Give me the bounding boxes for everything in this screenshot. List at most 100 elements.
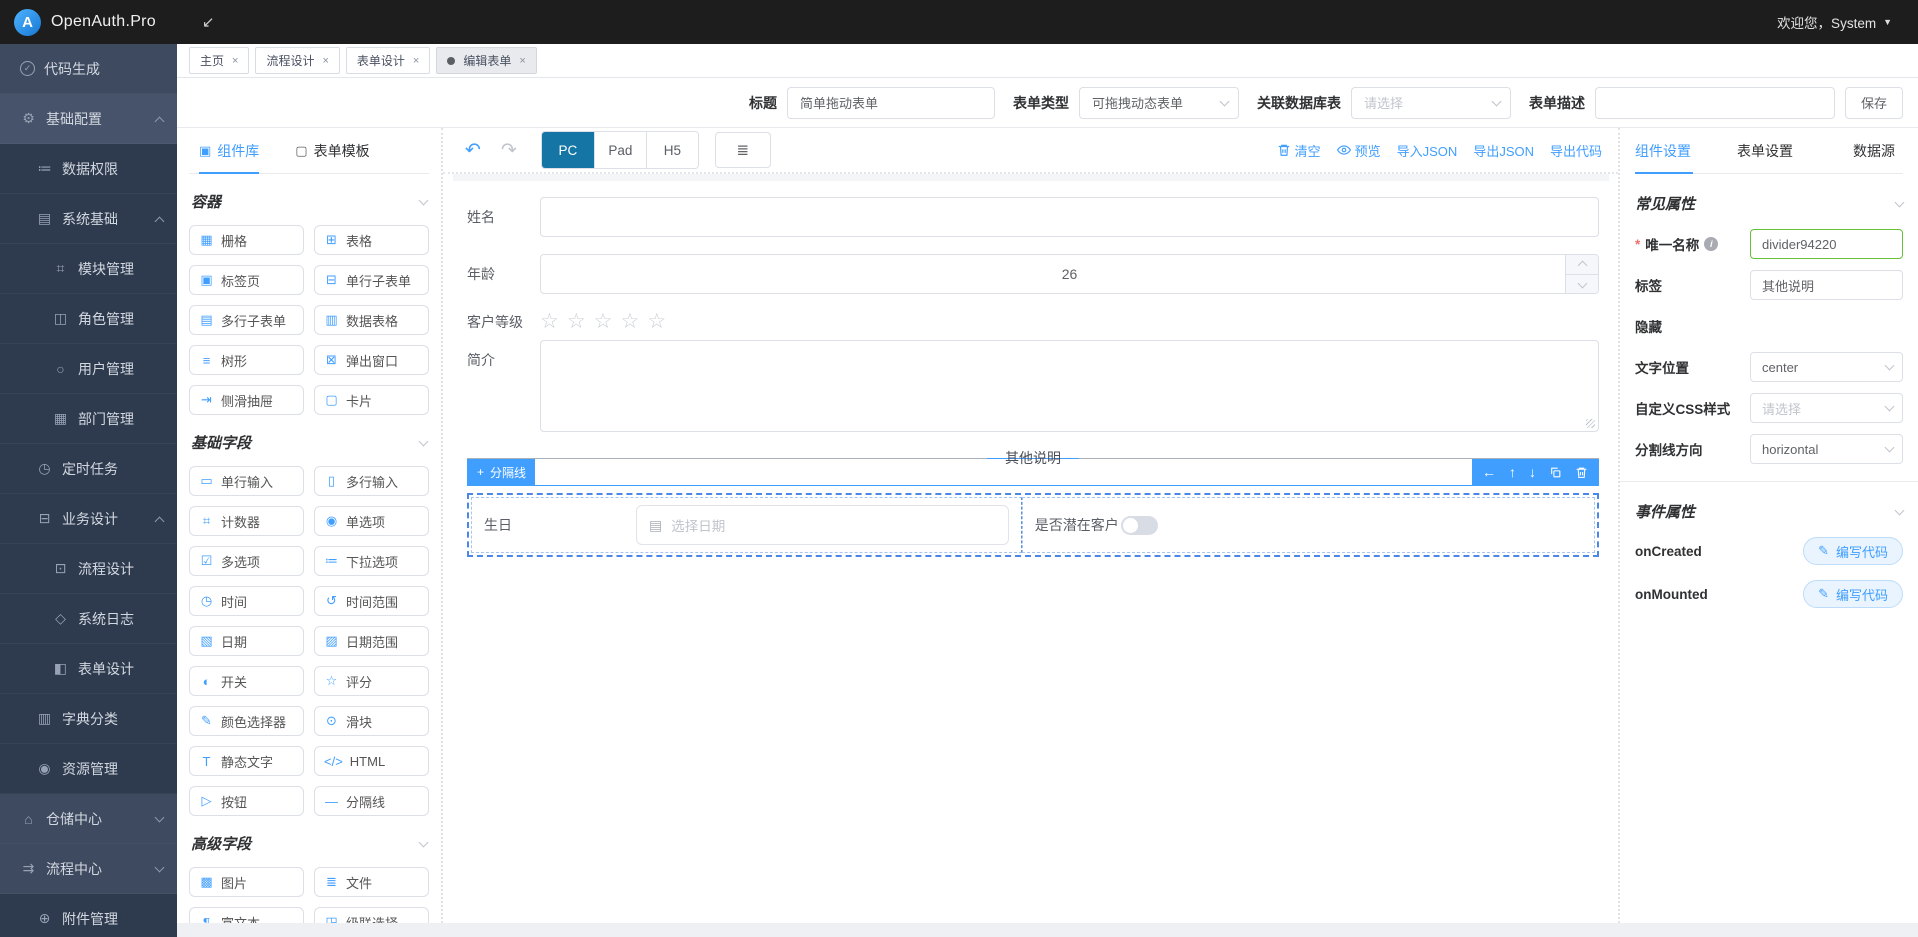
grid-column-birthday[interactable]: 生日 ▤ 选择日期 xyxy=(471,497,1022,553)
tab-form-templates[interactable]: ▢ 表单模板 xyxy=(295,128,369,173)
custom-css-select[interactable]: 请选择 xyxy=(1750,393,1903,423)
widget-cascader[interactable]: ◳级联选择 xyxy=(314,907,429,923)
grid-row-selected[interactable]: 生日 ▤ 选择日期 是否潜在客户 xyxy=(467,493,1599,557)
sidebar-item-data-permission[interactable]: ≔ 数据权限 xyxy=(0,144,177,194)
widget-slider[interactable]: ⊙滑块 xyxy=(314,706,429,736)
widget-popup[interactable]: ⊠弹出窗口 xyxy=(314,345,429,375)
sidebar-item-dept-mgmt[interactable]: ▦ 部门管理 xyxy=(0,394,177,444)
section-advanced-fields[interactable]: 高级字段 xyxy=(191,833,427,854)
onmounted-edit-code-button[interactable]: ✎ 编写代码 xyxy=(1803,580,1903,608)
widget-checkbox[interactable]: ☑多选项 xyxy=(189,546,304,576)
widget-tree[interactable]: ≡树形 xyxy=(189,345,304,375)
sidebar-item-module-mgmt[interactable]: ⌗ 模块管理 xyxy=(0,244,177,294)
widget-button[interactable]: ▷按钮 xyxy=(189,786,304,816)
widget-text-input[interactable]: ▭单行输入 xyxy=(189,466,304,496)
undo-button[interactable]: ↶ xyxy=(465,139,481,162)
delete-icon[interactable] xyxy=(1575,466,1588,479)
form-type-select[interactable]: 可拖拽动态表单 xyxy=(1079,87,1239,119)
divider-drag-handle[interactable]: + 分隔线 xyxy=(468,459,535,485)
widget-file[interactable]: ≣文件 xyxy=(314,867,429,897)
decrease-button[interactable] xyxy=(1566,275,1598,294)
divider-component-selected[interactable]: 其他说明 + 分隔线 ← ↑ xyxy=(467,458,1599,486)
close-icon[interactable]: × xyxy=(232,55,238,67)
collapse-sidebar-icon[interactable]: ↙ xyxy=(202,13,215,31)
sidebar-item-system-logs[interactable]: ◇ 系统日志 xyxy=(0,594,177,644)
star-icon[interactable]: ☆ xyxy=(620,311,639,332)
widget-html[interactable]: </>HTML xyxy=(314,746,429,776)
page-tab-home[interactable]: 主页 × xyxy=(189,47,249,74)
preview-button[interactable]: 预览 xyxy=(1337,141,1381,160)
sidebar-item-flow-design[interactable]: ⊡ 流程设计 xyxy=(0,544,177,594)
widget-radio[interactable]: ◉单选项 xyxy=(314,506,429,536)
tab-component-settings[interactable]: 组件设置 xyxy=(1635,128,1722,173)
sidebar-item-role-mgmt[interactable]: ◫ 角色管理 xyxy=(0,294,177,344)
widget-time-range[interactable]: ↺时间范围 xyxy=(314,586,429,616)
close-icon[interactable]: × xyxy=(413,55,419,67)
divider-direction-select[interactable]: horizontal xyxy=(1750,434,1903,464)
star-icon[interactable]: ☆ xyxy=(647,311,666,332)
sidebar-item-dict-category[interactable]: ▥ 字典分类 xyxy=(0,694,177,744)
sidebar-item-scheduled-tasks[interactable]: ◷ 定时任务 xyxy=(0,444,177,494)
widget-multi-row-subform[interactable]: ▤多行子表单 xyxy=(189,305,304,335)
potential-toggle[interactable] xyxy=(1121,516,1158,535)
widget-rate[interactable]: ☆评分 xyxy=(314,666,429,696)
star-icon[interactable]: ☆ xyxy=(540,311,559,332)
import-json-button[interactable]: 导入JSON xyxy=(1397,141,1458,160)
page-tab-form-design[interactable]: 表单设计 × xyxy=(346,47,430,74)
section-basic-fields[interactable]: 基础字段 xyxy=(191,432,427,453)
star-icon[interactable]: ☆ xyxy=(594,311,613,332)
redo-button[interactable]: ↷ xyxy=(501,139,517,162)
age-field-input[interactable] xyxy=(540,254,1599,294)
db-table-select[interactable]: 请选择 xyxy=(1351,87,1511,119)
oncreated-edit-code-button[interactable]: ✎ 编写代码 xyxy=(1803,537,1903,565)
star-rating[interactable]: ☆ ☆ ☆ ☆ ☆ xyxy=(540,311,666,332)
sidebar-item-basic-config[interactable]: ⚙ 基础配置 xyxy=(0,94,177,144)
export-code-button[interactable]: 导出代码 xyxy=(1550,141,1602,160)
page-tab-flow-design[interactable]: 流程设计 × xyxy=(255,47,339,74)
widget-data-table[interactable]: ▥数据表格 xyxy=(314,305,429,335)
widget-divider[interactable]: —分隔线 xyxy=(314,786,429,816)
user-menu[interactable]: 欢迎您，System ▼ xyxy=(1777,12,1892,32)
tab-form-settings[interactable]: 表单设置 xyxy=(1722,128,1809,173)
text-position-select[interactable]: center xyxy=(1750,352,1903,382)
sidebar-item-code-gen[interactable]: ✓ 代码生成 xyxy=(0,44,177,94)
sidebar-item-attachment-mgmt[interactable]: ⊕ 附件管理 xyxy=(0,894,177,937)
save-button[interactable]: 保存 xyxy=(1845,87,1903,119)
move-down-icon[interactable]: ↓ xyxy=(1529,465,1536,479)
widget-grid[interactable]: ▦栅格 xyxy=(189,225,304,255)
sidebar-item-warehouse-center[interactable]: ⌂ 仓储中心 xyxy=(0,794,177,844)
device-pc-button[interactable]: PC xyxy=(542,132,594,168)
widget-table[interactable]: ⊞表格 xyxy=(314,225,429,255)
widget-card[interactable]: ▢卡片 xyxy=(314,385,429,415)
widget-color-picker[interactable]: ✎颜色选择器 xyxy=(189,706,304,736)
widget-rich-text[interactable]: ¶富文本 xyxy=(189,907,304,923)
birthday-date-picker[interactable]: ▤ 选择日期 xyxy=(636,505,1009,545)
grid-column-potential[interactable]: 是否潜在客户 xyxy=(1022,497,1595,553)
intro-textarea[interactable] xyxy=(540,340,1599,432)
close-icon[interactable]: × xyxy=(519,55,525,67)
widget-drawer[interactable]: ⇥侧滑抽屉 xyxy=(189,385,304,415)
increase-button[interactable] xyxy=(1566,255,1598,275)
section-common-props[interactable]: 常见属性 xyxy=(1635,193,1903,214)
sidebar-item-resource-mgmt[interactable]: ◉ 资源管理 xyxy=(0,744,177,794)
sidebar-item-process-center[interactable]: ⇉ 流程中心 xyxy=(0,844,177,894)
move-left-icon[interactable]: ← xyxy=(1482,465,1496,479)
widget-static-text[interactable]: T静态文字 xyxy=(189,746,304,776)
device-h5-button[interactable]: H5 xyxy=(646,132,698,168)
form-desc-input[interactable] xyxy=(1595,87,1835,119)
divider-selection-box[interactable]: + 分隔线 ← ↑ ↓ xyxy=(467,458,1599,486)
clear-button[interactable]: 清空 xyxy=(1277,141,1321,160)
tab-component-library[interactable]: ▣ 组件库 xyxy=(199,128,259,173)
widget-switch[interactable]: ◐开关 xyxy=(189,666,304,696)
name-field-input[interactable] xyxy=(540,197,1599,237)
tag-input[interactable] xyxy=(1750,270,1903,300)
page-tab-edit-form[interactable]: 编辑表单 × xyxy=(436,47,536,74)
close-icon[interactable]: × xyxy=(322,55,328,67)
unique-name-input[interactable] xyxy=(1750,229,1903,259)
section-containers[interactable]: 容器 xyxy=(191,191,427,212)
star-icon[interactable]: ☆ xyxy=(567,311,586,332)
section-event-props[interactable]: 事件属性 xyxy=(1635,501,1903,522)
widget-date-range[interactable]: ▨日期范围 xyxy=(314,626,429,656)
form-title-input[interactable] xyxy=(787,87,995,119)
sidebar-item-system-base[interactable]: ▤ 系统基础 xyxy=(0,194,177,244)
